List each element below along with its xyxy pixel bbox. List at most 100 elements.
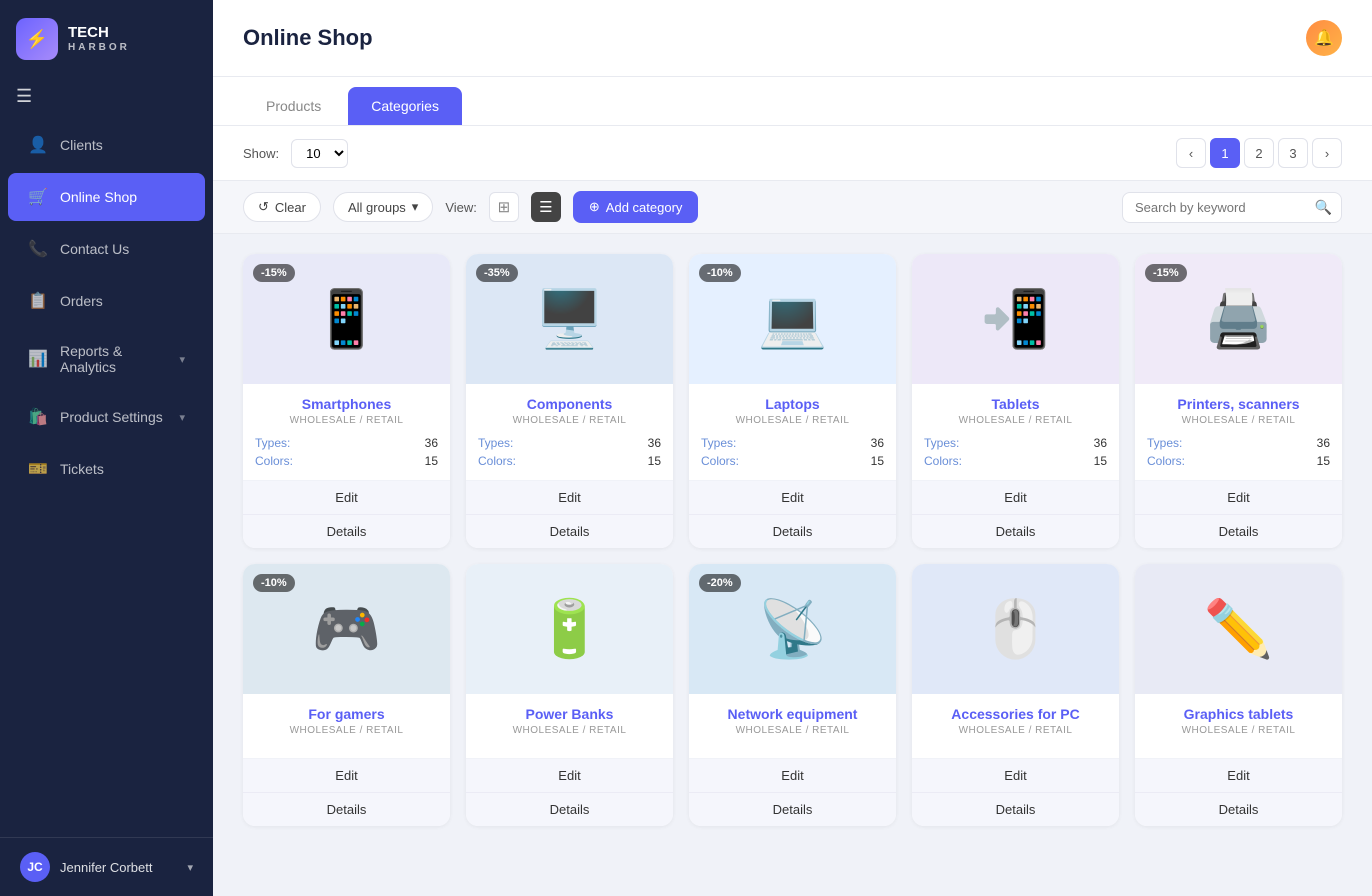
category-card-tablets: 📲 Tablets WHOLESALE / RETAIL Types: 36 C…: [912, 254, 1119, 548]
edit-button[interactable]: Edit: [1135, 759, 1342, 793]
types-label: Types:: [255, 436, 290, 450]
edit-button[interactable]: Edit: [1135, 481, 1342, 515]
card-subtitle: WHOLESALE / RETAIL: [1147, 725, 1330, 736]
colors-row: Colors: 15: [701, 454, 884, 468]
clients-icon: 👤: [28, 135, 48, 155]
category-card-printers: -15% 🖨️ Printers, scanners WHOLESALE / R…: [1135, 254, 1342, 548]
edit-button[interactable]: Edit: [243, 759, 450, 793]
details-button[interactable]: Details: [912, 515, 1119, 548]
page-1-button[interactable]: 1: [1210, 138, 1240, 168]
search-input[interactable]: [1122, 192, 1342, 223]
card-title: Graphics tablets: [1147, 706, 1330, 722]
card-actions: Edit Details: [466, 480, 673, 548]
sidebar-item-clients[interactable]: 👤 Clients: [8, 121, 205, 169]
sidebar-item-contact-us[interactable]: 📞 Contact Us: [8, 225, 205, 273]
card-actions: Edit Details: [466, 758, 673, 826]
details-button[interactable]: Details: [243, 793, 450, 826]
edit-button[interactable]: Edit: [912, 759, 1119, 793]
colors-value: 15: [1317, 454, 1330, 468]
card-title: Components: [478, 396, 661, 412]
edit-button[interactable]: Edit: [243, 481, 450, 515]
tab-categories[interactable]: Categories: [348, 87, 462, 125]
category-card-power-banks: 🔋 Power Banks WHOLESALE / RETAIL Edit De…: [466, 564, 673, 826]
category-image-icon: 🖥️: [535, 254, 605, 384]
card-subtitle: WHOLESALE / RETAIL: [701, 725, 884, 736]
show-select[interactable]: 10 20 50: [291, 139, 348, 168]
types-label: Types:: [1147, 436, 1182, 450]
details-button[interactable]: Details: [689, 515, 896, 548]
card-body: Network equipment WHOLESALE / RETAIL: [689, 694, 896, 758]
add-category-button[interactable]: ⊕ Add category: [573, 191, 699, 223]
prev-page-button[interactable]: ‹: [1176, 138, 1206, 168]
sidebar-item-label: Product Settings: [60, 409, 167, 425]
colors-value: 15: [1094, 454, 1107, 468]
card-title: Tablets: [924, 396, 1107, 412]
user-name: Jennifer Corbett: [60, 860, 177, 875]
page-2-button[interactable]: 2: [1244, 138, 1274, 168]
plus-icon: ⊕: [589, 199, 600, 215]
edit-button[interactable]: Edit: [689, 481, 896, 515]
details-button[interactable]: Details: [243, 515, 450, 548]
details-button[interactable]: Details: [466, 515, 673, 548]
colors-value: 15: [648, 454, 661, 468]
card-stats: Types: 36 Colors: 15: [255, 436, 438, 468]
types-row: Types: 36: [1147, 436, 1330, 450]
types-row: Types: 36: [478, 436, 661, 450]
clear-button[interactable]: ↺ Clear: [243, 192, 321, 222]
colors-row: Colors: 15: [478, 454, 661, 468]
colors-label: Colors:: [1147, 454, 1185, 468]
tabs-bar: Products Categories: [213, 77, 1372, 126]
edit-button[interactable]: Edit: [466, 481, 673, 515]
avatar: JC: [20, 852, 50, 882]
logo-text: TECHHARBOR: [68, 24, 130, 54]
card-subtitle: WHOLESALE / RETAIL: [255, 725, 438, 736]
logo: ⚡ TECHHARBOR: [0, 0, 213, 78]
colors-row: Colors: 15: [924, 454, 1107, 468]
card-subtitle: WHOLESALE / RETAIL: [701, 415, 884, 426]
card-actions: Edit Details: [243, 758, 450, 826]
sidebar-item-tickets[interactable]: 🎫 Tickets: [8, 445, 205, 493]
colors-label: Colors:: [701, 454, 739, 468]
tab-products[interactable]: Products: [243, 87, 344, 125]
grid-view-button[interactable]: ⊞: [489, 192, 519, 222]
page-3-button[interactable]: 3: [1278, 138, 1308, 168]
user-profile[interactable]: JC Jennifer Corbett ▾: [0, 837, 213, 896]
details-button[interactable]: Details: [1135, 793, 1342, 826]
list-view-button[interactable]: ☰: [531, 192, 561, 222]
types-row: Types: 36: [255, 436, 438, 450]
category-card-network: -20% 📡 Network equipment WHOLESALE / RET…: [689, 564, 896, 826]
sidebar-item-product-settings[interactable]: 🛍️ Product Settings ▾: [8, 393, 205, 441]
edit-button[interactable]: Edit: [689, 759, 896, 793]
hamburger-button[interactable]: ☰: [0, 78, 213, 115]
clear-label: Clear: [275, 200, 306, 215]
details-button[interactable]: Details: [689, 793, 896, 826]
types-value: 36: [1094, 436, 1107, 450]
card-body: Tablets WHOLESALE / RETAIL Types: 36 Col…: [912, 384, 1119, 480]
details-button[interactable]: Details: [466, 793, 673, 826]
sidebar-item-label: Contact Us: [60, 241, 129, 257]
edit-button[interactable]: Edit: [912, 481, 1119, 515]
sidebar-item-orders[interactable]: 📋 Orders: [8, 277, 205, 325]
card-body: Graphics tablets WHOLESALE / RETAIL: [1135, 694, 1342, 758]
card-image: ✏️: [1135, 564, 1342, 694]
card-title: Power Banks: [478, 706, 661, 722]
card-stats: Types: 36 Colors: 15: [1147, 436, 1330, 468]
sidebar-item-reports[interactable]: 📊 Reports & Analytics ▾: [8, 329, 205, 389]
card-subtitle: WHOLESALE / RETAIL: [478, 415, 661, 426]
groups-dropdown[interactable]: All groups ▾: [333, 192, 433, 222]
card-title: Smartphones: [255, 396, 438, 412]
colors-row: Colors: 15: [1147, 454, 1330, 468]
category-image-icon: 🎮: [312, 564, 382, 694]
types-row: Types: 36: [924, 436, 1107, 450]
search-icon[interactable]: 🔍: [1315, 199, 1332, 216]
sidebar: ⚡ TECHHARBOR ☰ 👤 Clients 🛒 Online Shop 📞…: [0, 0, 213, 896]
details-button[interactable]: Details: [1135, 515, 1342, 548]
colors-label: Colors:: [924, 454, 962, 468]
details-button[interactable]: Details: [912, 793, 1119, 826]
next-page-button[interactable]: ›: [1312, 138, 1342, 168]
sidebar-item-online-shop[interactable]: 🛒 Online Shop: [8, 173, 205, 221]
sidebar-item-label: Online Shop: [60, 189, 137, 205]
notification-bell[interactable]: 🔔: [1306, 20, 1342, 56]
card-subtitle: WHOLESALE / RETAIL: [924, 725, 1107, 736]
edit-button[interactable]: Edit: [466, 759, 673, 793]
